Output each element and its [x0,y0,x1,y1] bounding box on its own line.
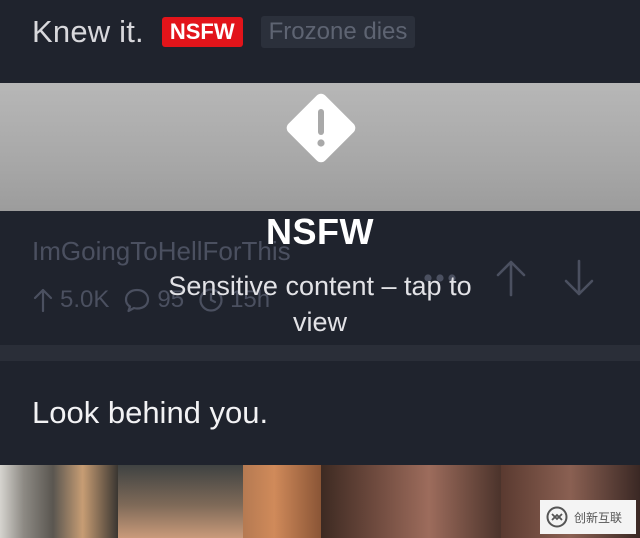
upvote-count: 5.0K [32,286,109,314]
nsfw-overlay-subtitle[interactable]: Sensitive content – tap to view [140,268,500,340]
flair-tag[interactable]: Frozone dies [260,16,416,48]
post-image-preview[interactable]: 创新互联 [0,465,640,538]
watermark-text: 创新互联 [574,510,623,525]
logo-icon [546,506,568,528]
image-segment [243,465,321,538]
image-segment [321,465,501,538]
warning-icon [286,93,356,163]
arrow-up-icon [33,288,53,313]
post-header: Knew it. NSFW Frozone dies [32,12,416,52]
image-segment [118,465,243,538]
feed-screen: Knew it. NSFW Frozone dies ImGoingToHell… [0,0,640,538]
image-segment [0,465,118,538]
post-title[interactable]: Look behind you. [32,395,268,431]
nsfw-badge: NSFW [161,17,243,47]
nsfw-overlay-title[interactable]: NSFW [0,211,640,253]
watermark-logo: 创新互联 [540,500,636,534]
arrow-down-icon[interactable] [562,258,596,298]
post-title[interactable]: Knew it. [32,14,144,50]
upvote-value: 5.0K [60,286,110,313]
post-divider [0,345,640,361]
